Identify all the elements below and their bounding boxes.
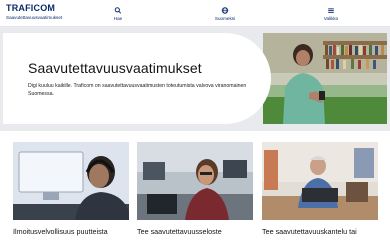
library-photo <box>263 33 387 124</box>
hero-description: Digi kuuluu kaikille. Traficom on saavut… <box>28 83 247 97</box>
language-button[interactable]: Suomeksi <box>207 7 243 21</box>
menu-icon <box>328 8 334 13</box>
card-image <box>262 142 378 220</box>
card-notification[interactable]: Ilmoitusvelvollisuus puutteista <box>13 142 129 236</box>
search-icon <box>114 7 122 14</box>
search-button[interactable]: Hae <box>100 7 136 21</box>
menu-label: Valikko <box>323 16 339 21</box>
card-title: Tee saavutettavuuskantelu tai <box>262 227 357 236</box>
site-header: TRAFICOM Saavutettavuusvaatimukset Hae S… <box>0 0 390 27</box>
card-statement[interactable]: Tee saavutettavuusseloste <box>137 142 253 236</box>
card-image <box>137 142 253 220</box>
menu-button[interactable]: Valikko <box>313 7 349 21</box>
headset-user-photo <box>13 142 129 220</box>
logo-wordmark: TRAFICOM <box>6 3 56 13</box>
language-label: Suomeksi <box>214 16 236 21</box>
card-image <box>13 142 129 220</box>
logo-subtitle: Saavutettavuusvaatimukset <box>6 15 63 20</box>
card-title: Ilmoitusvelvollisuus puutteista <box>13 227 108 236</box>
traficom-logo[interactable]: TRAFICOM Saavutettavuusvaatimukset <box>6 3 63 21</box>
senior-man-photo <box>262 142 378 220</box>
hero-card <box>3 33 271 124</box>
hero-image <box>263 33 387 124</box>
office-worker-photo <box>137 142 253 220</box>
card-complaint[interactable]: Tee saavutettavuuskantelu tai <box>262 142 378 236</box>
card-title: Tee saavutettavuusseloste <box>137 227 222 236</box>
search-label: Hae <box>113 16 123 21</box>
globe-icon <box>221 7 229 14</box>
page-title: Saavutettavuusvaatimukset <box>28 60 202 76</box>
